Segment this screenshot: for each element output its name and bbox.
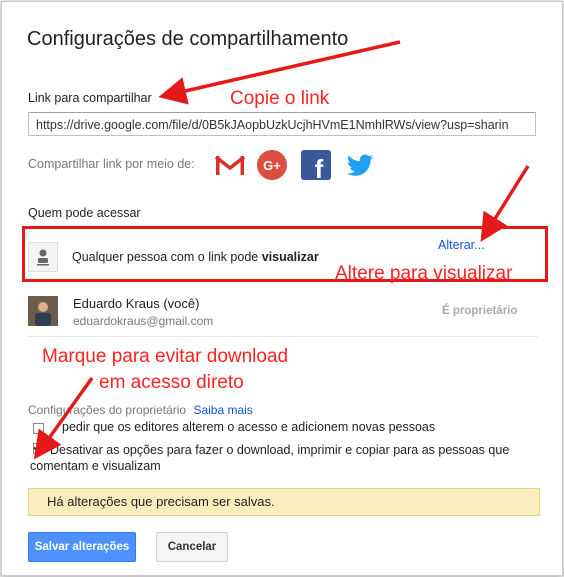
owner-email: eduardokraus@gmail.com (73, 314, 214, 328)
facebook-icon[interactable]: f (300, 149, 332, 184)
link-label: Link para compartilhar (28, 91, 152, 105)
owner-settings-label: Configurações do proprietário Saiba mais (28, 403, 253, 417)
option2-checkbox[interactable] (33, 442, 44, 454)
owner-settings-text: Configurações do proprietário (28, 403, 187, 417)
save-button[interactable]: Salvar alterações (28, 532, 136, 562)
option1-label: pedir que os editores alterem o acesso e… (62, 420, 436, 434)
annotation-mark-line2: em acesso direto (99, 372, 244, 393)
option2-line2: comentam e visualizam (30, 459, 161, 473)
owner-name: Eduardo Kraus (você) (73, 296, 200, 311)
owner-avatar (28, 296, 58, 326)
unsaved-changes-warning: Há alterações que precisam ser salvas. (28, 488, 540, 516)
who-access-label: Quem pode acessar (28, 206, 141, 220)
annotation-copy-link: Copie o link (230, 88, 330, 109)
share-via-label: Compartilhar link por meio de: (28, 157, 195, 171)
cancel-button[interactable]: Cancelar (156, 532, 228, 562)
learn-more-link[interactable]: Saiba mais (193, 403, 252, 417)
gmail-icon[interactable] (214, 149, 246, 181)
annotation-mark-line1: Marque para evitar download (42, 346, 289, 367)
owner-role: É proprietário (442, 305, 518, 317)
option2-line1: Desativar as opções para fazer o downloa… (50, 443, 510, 457)
svg-text:G+: G+ (263, 158, 281, 173)
dialog-title: Configurações de compartilhamento (27, 28, 349, 50)
option1-checkbox[interactable] (33, 423, 44, 434)
divider (28, 336, 538, 337)
google-plus-icon[interactable]: G+ (256, 149, 288, 181)
share-settings-dialog: Configurações de compartilhamento Link p… (1, 1, 563, 576)
share-link-field[interactable]: https://drive.google.com/file/d/0B5kJAop… (28, 112, 536, 136)
annotation-change-view: Altere para visualizar (335, 263, 513, 284)
svg-text:f: f (315, 154, 324, 181)
option2-label: Desativar as opções para fazer o downloa… (30, 442, 510, 474)
twitter-icon[interactable] (344, 149, 376, 181)
